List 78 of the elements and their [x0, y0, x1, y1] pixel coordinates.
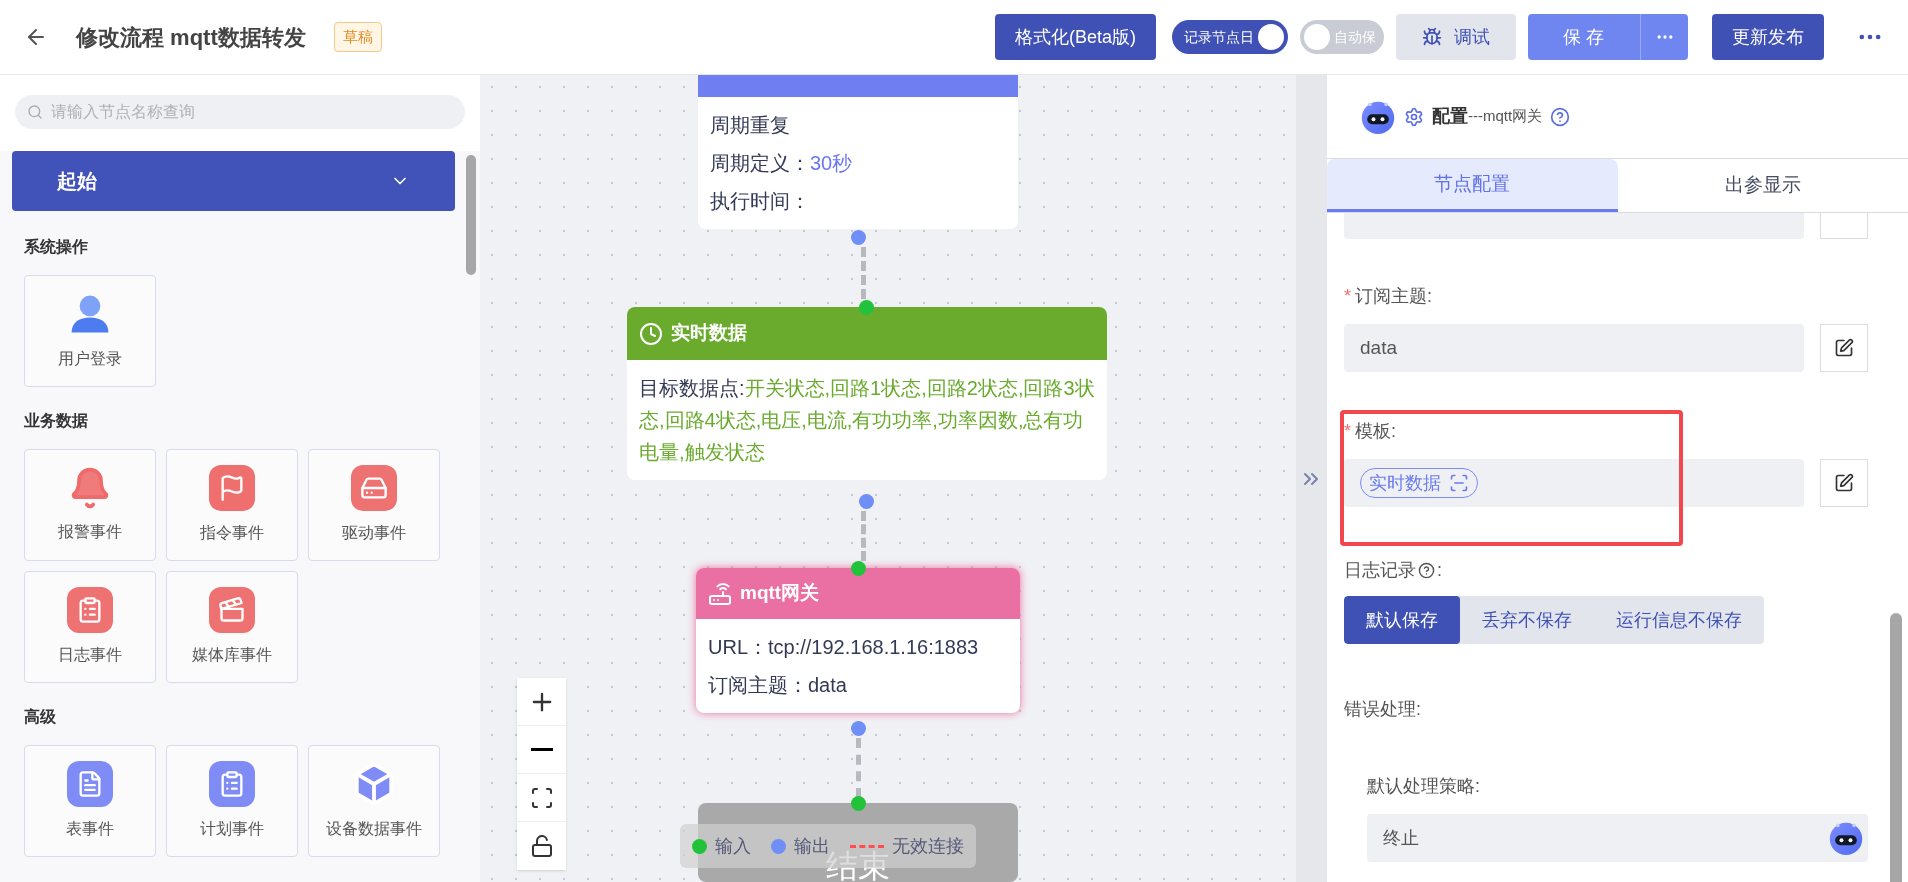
tab[interactable]: 节点配置	[1327, 159, 1618, 212]
format-button[interactable]: 格式化(Beta版)	[994, 14, 1156, 60]
node-palette-item[interactable]: 驱动事件	[308, 449, 440, 561]
help-icon[interactable]	[1550, 106, 1571, 127]
panel-subtitle: ---mqtt网关	[1468, 106, 1543, 127]
edit-button[interactable]	[1820, 459, 1868, 507]
field-label: 默认处理策略:	[1367, 775, 1481, 798]
tab[interactable]: 出参显示	[1617, 159, 1908, 212]
fullscreen-icon	[529, 785, 554, 810]
search-field[interactable]: 请输入节点名称查询	[15, 95, 465, 129]
drive-icon	[351, 465, 397, 511]
dashed-line-icon	[850, 844, 884, 848]
flow-node[interactable]: 实时数据 目标数据点:开关状态,回路1状态,回路2状态,回路3状态,回路4状态,电压,电流,有功功率,功率因数,总有功电量,触发状态	[627, 307, 1107, 480]
clock-icon	[639, 321, 663, 346]
scan-icon	[1449, 473, 1469, 493]
scrollbar[interactable]	[466, 155, 476, 275]
status-badge: 草稿	[333, 21, 382, 53]
category-header[interactable]: 起始	[12, 151, 455, 211]
bug-icon	[1422, 27, 1442, 47]
segment-option[interactable]: 丢弃不保存	[1460, 596, 1594, 644]
required-mark: *	[1344, 285, 1351, 308]
debug-button[interactable]: 调试	[1396, 14, 1516, 60]
flag-icon	[209, 465, 255, 511]
output-port	[851, 230, 866, 245]
input-field[interactable]: data	[1344, 324, 1804, 372]
node-palette-item[interactable]: 报警事件	[24, 449, 156, 561]
node-palette-item[interactable]: 指令事件	[166, 449, 298, 561]
node-palette-item[interactable]: 设备数据事件	[308, 745, 440, 857]
label-colon: :	[1437, 559, 1442, 582]
section-title: 业务数据	[24, 411, 89, 431]
minus-icon	[530, 748, 553, 751]
unlock-icon	[529, 834, 554, 858]
required-mark: *	[1344, 420, 1351, 443]
node-palette-item[interactable]: 媒体库事件	[166, 571, 298, 683]
node-palette-item[interactable]: 计划事件	[166, 745, 298, 857]
node-palette-item[interactable]: 表事件	[24, 745, 156, 857]
legend-label: 无效连接	[892, 834, 964, 858]
node-property: 执行时间：	[710, 189, 811, 214]
toggle-switch[interactable]: 记录节点日	[1172, 20, 1288, 54]
field-label: 模板:	[1355, 420, 1397, 443]
robot-icon	[1828, 820, 1864, 856]
publish-button[interactable]: 更新发布	[1712, 14, 1824, 60]
node-property: 订阅主题：data	[708, 673, 848, 698]
settings-icon[interactable]	[1404, 106, 1424, 127]
panel-title: 配置	[1432, 105, 1468, 128]
page-title: 修改流程 mqtt数据转发	[76, 23, 306, 52]
node-title: 实时数据	[671, 321, 747, 346]
checklist-icon	[209, 761, 255, 807]
scrollbar[interactable]	[1890, 613, 1902, 882]
node-palette-item[interactable]: 日志事件	[24, 571, 156, 683]
flow-node[interactable]: 周期重复 周期定义：30秒 执行时间：	[698, 75, 1018, 229]
output-port	[851, 721, 866, 736]
section-label: 错误处理:	[1344, 698, 1422, 721]
flow-node[interactable]: mqtt网关 URL：tcp://192.168.1.16:1883 订阅主题：data	[696, 568, 1020, 713]
section-title: 系统操作	[24, 237, 89, 257]
clipboard-icon	[67, 587, 113, 633]
node-property: 周期重复	[710, 113, 791, 138]
segment-option[interactable]: 默认保存	[1344, 596, 1460, 644]
node-property: 周期定义：30秒	[710, 151, 854, 176]
node-palette-item[interactable]: 用户登录	[24, 275, 156, 387]
edit-button[interactable]	[1820, 324, 1868, 372]
node-title: mqtt网关	[740, 581, 820, 606]
node-property: URL：tcp://192.168.1.16:1883	[708, 635, 980, 660]
edit-icon	[1834, 473, 1854, 493]
legend-label: 输入	[715, 834, 751, 858]
segment-option[interactable]: 运行信息不保存	[1594, 596, 1764, 644]
video-icon	[209, 587, 255, 633]
help-icon[interactable]	[1418, 562, 1435, 579]
output-port	[859, 494, 874, 509]
search-icon	[27, 104, 43, 120]
field-label: 日志记录	[1344, 559, 1416, 582]
select-field[interactable]: 终止	[1367, 814, 1868, 862]
section-title: 高级	[24, 707, 57, 727]
router-icon	[708, 581, 732, 606]
document-icon	[67, 761, 113, 807]
field-label: 订阅主题:	[1355, 285, 1433, 308]
node-property: 目标数据点:开关状态,回路1状态,回路2状态,回路3状态,回路4状态,电压,电流,有功功率,功率因数,总有功电量,触发状态	[639, 376, 1095, 465]
edit-icon	[1834, 338, 1854, 358]
